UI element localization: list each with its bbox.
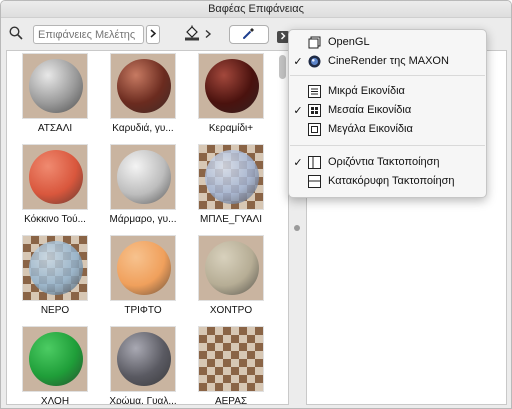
surface-grid: ΑΤΣΑΛΙ Καρυδιά, γυ... Κεραμίδι+ Κόκκινο Τού… xyxy=(12,53,277,405)
menu-item-label: Μεγάλα Εικονίδια xyxy=(328,123,413,135)
surface-thumbnail xyxy=(110,235,176,301)
menu-item-horizontal-layout[interactable]: ✓ Οριζόντια Τακτοποίηση xyxy=(289,153,486,171)
surface-label: ΑΕΡΑΣ xyxy=(214,396,248,405)
surface-thumbnail xyxy=(198,326,264,392)
scrollbar-thumb[interactable] xyxy=(279,55,286,79)
material-sphere-icon xyxy=(205,332,259,386)
surface-item[interactable]: Μάρμαρο, γυ... xyxy=(100,144,186,227)
menu-item-small-icons[interactable]: Μικρά Εικονίδια xyxy=(289,82,486,100)
surface-label: Κεραμίδι+ xyxy=(208,123,254,134)
search-icon[interactable] xyxy=(9,26,23,40)
surface-item[interactable]: ΑΤΣΑΛΙ xyxy=(12,53,98,136)
surface-item[interactable]: ΧΛΟΗ xyxy=(12,326,98,405)
surfaces-list-pane: ΑΤΣΑΛΙ Καρυδιά, γυ... Κεραμίδι+ Κόκκινο Τού… xyxy=(6,50,289,405)
surface-thumbnail xyxy=(110,326,176,392)
surface-item[interactable]: ΜΠΛΕ_ΓΥΑΛΙ xyxy=(188,144,274,227)
material-sphere-icon xyxy=(29,241,83,295)
surface-item[interactable]: Χρώμα, Γυαλ... xyxy=(100,326,186,405)
menu-item-opengl[interactable]: OpenGL xyxy=(289,33,486,51)
material-sphere-icon xyxy=(117,332,171,386)
material-sphere-icon xyxy=(117,150,171,204)
surface-label: ΑΤΣΑΛΙ xyxy=(37,123,73,134)
menu-item-label: Μικρά Εικονίδια xyxy=(328,85,405,97)
search-input[interactable] xyxy=(33,25,144,44)
menu-item-check: ✓ xyxy=(293,55,303,68)
surface-item[interactable]: ΑΕΡΑΣ xyxy=(188,326,274,405)
surface-item[interactable]: ΤΡΙΦΤΟ xyxy=(100,235,186,318)
split-horizontal-icon xyxy=(307,174,321,188)
chevron-right-icon xyxy=(280,31,286,43)
material-sphere-icon xyxy=(205,150,259,204)
surface-thumbnail xyxy=(110,144,176,210)
pane-splitter-handle[interactable] xyxy=(294,225,300,231)
surface-label: ΧΛΟΗ xyxy=(40,396,70,405)
menu-item-label: CineRender της MAXON xyxy=(328,55,449,67)
menu-item-cinerender[interactable]: ✓ CineRender της MAXON xyxy=(289,52,486,70)
surface-item[interactable]: Κεραμίδι+ xyxy=(188,53,274,136)
surface-label: ΝΕΡΟ xyxy=(40,305,70,316)
material-sphere-icon xyxy=(29,332,83,386)
maxon-logo-icon xyxy=(307,54,321,68)
surface-thumbnail xyxy=(22,326,88,392)
surface-label: ΜΠΛΕ_ΓΥΑΛΙ xyxy=(199,214,263,225)
surface-thumbnail xyxy=(198,53,264,119)
surface-thumbnail xyxy=(198,144,264,210)
menu-separator xyxy=(290,145,485,146)
surface-item[interactable]: Καρυδιά, γυ... xyxy=(100,53,186,136)
menu-item-label: OpenGL xyxy=(328,36,370,48)
menu-item-large-icons[interactable]: Μεγάλα Εικονίδια xyxy=(289,120,486,138)
surface-item[interactable]: ΝΕΡΟ xyxy=(12,235,98,318)
menu-item-label: Οριζόντια Τακτοποίηση xyxy=(328,156,440,168)
surface-label: Μάρμαρο, γυ... xyxy=(109,214,177,225)
surface-thumbnail xyxy=(22,53,88,119)
surface-thumbnail xyxy=(110,53,176,119)
material-sphere-icon xyxy=(117,59,171,113)
surface-label: Καρυδιά, γυ... xyxy=(112,123,174,134)
options-dropdown-menu: OpenGL ✓ CineRender της MAXON Μικρά Εικο… xyxy=(288,29,487,198)
menu-item-check: ✓ xyxy=(293,104,303,117)
menu-item-vertical-layout[interactable]: Κατακόρυφη Τακτοποίηση xyxy=(289,172,486,190)
material-sphere-icon xyxy=(29,150,83,204)
menu-item-label: Κατακόρυφη Τακτοποίηση xyxy=(328,175,455,187)
paint-bucket-icon xyxy=(184,25,200,44)
eyedropper-icon xyxy=(242,26,256,43)
paint-options-chevron-icon[interactable] xyxy=(204,29,212,39)
filter-button[interactable] xyxy=(146,25,160,44)
menu-item-check: ✓ xyxy=(293,156,303,169)
material-sphere-icon xyxy=(117,241,171,295)
list-view-icon xyxy=(307,84,321,98)
surface-label: Κόκκινο Τού... xyxy=(24,214,86,225)
menu-separator xyxy=(290,75,485,76)
surface-thumbnail xyxy=(22,144,88,210)
window-square-icon xyxy=(307,35,321,49)
grid-view-icon xyxy=(307,103,321,117)
paint-bucket-button[interactable] xyxy=(184,25,200,44)
eyedropper-button[interactable] xyxy=(229,25,269,44)
window-title: Βαφέας Επιφάνειας xyxy=(1,1,511,18)
surface-item[interactable]: ΧΟΝΤΡΟ xyxy=(188,235,274,318)
split-vertical-icon xyxy=(307,155,321,169)
large-icon-view-icon xyxy=(307,122,321,136)
material-sphere-icon xyxy=(29,59,83,113)
surface-thumbnail xyxy=(198,235,264,301)
material-sphere-icon xyxy=(205,59,259,113)
surface-label: ΧΟΝΤΡΟ xyxy=(209,305,253,316)
material-sphere-icon xyxy=(205,241,259,295)
chevron-right-icon xyxy=(150,28,157,41)
surface-item[interactable]: Κόκκινο Τού... xyxy=(12,144,98,227)
menu-item-label: Μεσαία Εικονίδια xyxy=(328,104,412,116)
surface-label: Χρώμα, Γυαλ... xyxy=(109,396,177,405)
vertical-scrollbar[interactable] xyxy=(279,53,286,402)
menu-item-medium-icons[interactable]: ✓ Μεσαία Εικονίδια xyxy=(289,101,486,119)
surface-label: ΤΡΙΦΤΟ xyxy=(124,305,162,316)
surface-thumbnail xyxy=(22,235,88,301)
